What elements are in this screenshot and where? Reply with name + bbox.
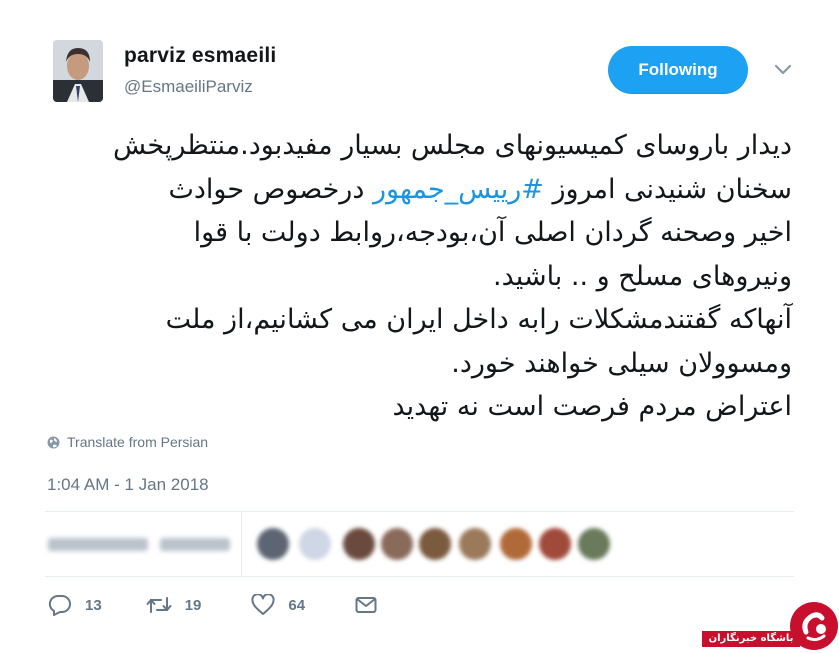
retweet-icon — [146, 597, 172, 613]
liker-avatar[interactable] — [299, 528, 331, 560]
avatar[interactable] — [53, 40, 103, 102]
tweet-line: دیدار باروسای کمیسیونهای مجلس بسیار مفید… — [112, 130, 792, 161]
reply-icon — [48, 594, 71, 616]
liker-avatar[interactable] — [381, 528, 413, 560]
tweet-text-segment: درخصوص حوادث — [168, 173, 373, 205]
retweet-button[interactable]: 19 — [146, 595, 202, 615]
tweet-line: اعتراض مردم فرصت است نه تهدید — [392, 391, 792, 422]
following-button[interactable]: Following — [608, 46, 748, 94]
globe-icon — [47, 436, 60, 448]
tweet-line: ومسوولان سیلی خواهند خورد. — [451, 347, 792, 379]
reply-count: 13 — [85, 596, 102, 614]
like-count: 64 — [288, 596, 306, 614]
tweet-text: دیدار باروسای کمیسیونهای مجلس بسیار مفید… — [40, 124, 792, 429]
liker-avatar[interactable] — [459, 528, 491, 560]
user-handle[interactable]: @EsmaeiliParviz — [124, 77, 253, 97]
retweet-stat-blurred — [48, 538, 148, 551]
reply-button[interactable]: 13 — [48, 594, 102, 616]
translate-link[interactable]: Translate from Persian — [47, 434, 208, 450]
hashtag-link[interactable]: #رییس_جمهور — [373, 174, 544, 205]
like-stat-blurred — [160, 538, 230, 551]
liker-avatar[interactable] — [343, 528, 375, 560]
display-name[interactable]: parviz esmaeili — [124, 44, 276, 68]
chevron-down-icon[interactable] — [773, 62, 793, 76]
translate-label[interactable]: Translate from Persian — [67, 434, 208, 450]
divider — [241, 512, 242, 576]
liker-avatar[interactable] — [539, 528, 571, 560]
divider — [45, 576, 794, 577]
timestamp[interactable]: 1:04 AM - 1 Jan 2018 — [47, 475, 209, 495]
liker-avatar[interactable] — [578, 528, 610, 560]
watermark-text: باشگاه خبرنگاران — [702, 631, 800, 647]
heart-icon — [251, 594, 275, 615]
tweet-actions: 13 19 64 — [48, 594, 377, 616]
stats-row — [45, 512, 794, 576]
direct-message-button[interactable] — [355, 596, 377, 614]
tweet-line: اخیر وصحنه گردان اصلی آن،بودجه،روابط دول… — [193, 217, 792, 248]
avatar-photo — [53, 40, 103, 102]
tweet-line: آنهاکه گفتندمشکلات رابه داخل ایران می کش… — [165, 304, 792, 335]
liker-avatar[interactable] — [257, 528, 289, 560]
liker-avatar[interactable] — [419, 528, 451, 560]
retweet-count: 19 — [184, 596, 202, 614]
envelope-icon — [355, 597, 377, 613]
tweet-text-segment: سخنان شنیدنی امروز — [543, 173, 792, 205]
tweet-line: سخنان شنیدنی امروز #رییس_جمهور درخصوص حو… — [40, 168, 792, 212]
tweet-line: ونیروهای مسلح و .. باشید. — [493, 260, 792, 292]
watermark: باشگاه خبرنگاران — [702, 598, 839, 653]
watermark-logo — [790, 602, 838, 650]
liker-avatar[interactable] — [500, 528, 532, 560]
like-button[interactable]: 64 — [251, 594, 305, 616]
